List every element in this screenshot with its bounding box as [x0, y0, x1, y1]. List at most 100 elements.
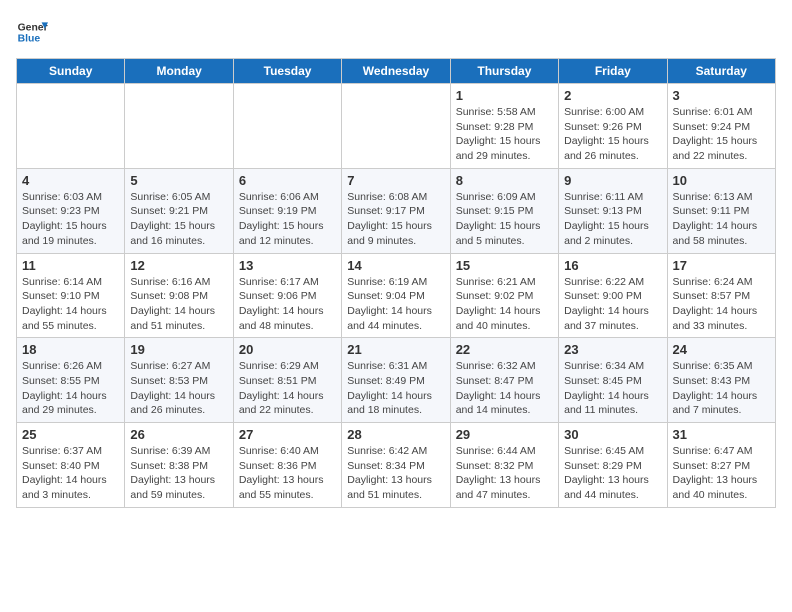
- calendar-day-header: Thursday: [450, 59, 558, 84]
- day-number: 4: [22, 173, 119, 188]
- day-number: 14: [347, 258, 444, 273]
- calendar-day-cell: 27 Sunrise: 6:40 AMSunset: 8:36 PMDayligh…: [233, 423, 341, 508]
- day-number: 28: [347, 427, 444, 442]
- day-number: 19: [130, 342, 227, 357]
- calendar-day-cell: 28 Sunrise: 6:42 AMSunset: 8:34 PMDayligh…: [342, 423, 450, 508]
- calendar-day-cell: 21Sunrise: 6:31 AMSunset: 8:49 PMDayligh…: [342, 338, 450, 423]
- day-detail: Sunrise: 6:08 AMSunset: 9:17 PMDaylight:…: [347, 190, 444, 249]
- day-detail: Sunrise: 6:11 AMSunset: 9:13 PMDaylight:…: [564, 190, 661, 249]
- calendar-day-header: Tuesday: [233, 59, 341, 84]
- calendar-day-cell: 12 Sunrise: 6:16 AMSunset: 9:08 PMDayligh…: [125, 253, 233, 338]
- calendar-day-cell: 31 Sunrise: 6:47 AMSunset: 8:27 PMDayligh…: [667, 423, 775, 508]
- calendar-day-cell: 4 Sunrise: 6:03 AMSunset: 9:23 PMDaylight…: [17, 168, 125, 253]
- calendar-day-cell: [17, 84, 125, 169]
- calendar-day-header: Wednesday: [342, 59, 450, 84]
- calendar-week-row: 25Sunrise: 6:37 AMSunset: 8:40 PMDayligh…: [17, 423, 776, 508]
- day-detail: Sunrise: 6:21 AMSunset: 9:02 PMDaylight:…: [456, 275, 553, 334]
- day-detail: Sunrise: 6:13 AMSunset: 9:11 PMDaylight:…: [673, 190, 770, 249]
- day-detail: Sunrise: 6:34 AMSunset: 8:45 PMDaylight:…: [564, 359, 661, 418]
- calendar-day-cell: 11Sunrise: 6:14 AMSunset: 9:10 PMDayligh…: [17, 253, 125, 338]
- day-number: 29: [456, 427, 553, 442]
- day-detail: Sunrise: 6:05 AMSunset: 9:21 PMDaylight:…: [130, 190, 227, 249]
- day-number: 1: [456, 88, 553, 103]
- svg-text:Blue: Blue: [18, 34, 41, 45]
- day-number: 3: [673, 88, 770, 103]
- day-number: 12: [130, 258, 227, 273]
- day-number: 5: [130, 173, 227, 188]
- day-detail: Sunrise: 6:37 AMSunset: 8:40 PMDaylight:…: [22, 444, 119, 503]
- day-detail: Sunrise: 6:22 AMSunset: 9:00 PMDaylight:…: [564, 275, 661, 334]
- day-number: 2: [564, 88, 661, 103]
- calendar-day-cell: [342, 84, 450, 169]
- calendar-day-cell: 25Sunrise: 6:37 AMSunset: 8:40 PMDayligh…: [17, 423, 125, 508]
- calendar-day-cell: 2 Sunrise: 6:00 AMSunset: 9:26 PMDaylight…: [559, 84, 667, 169]
- logo-icon: General Blue: [16, 16, 48, 48]
- day-detail: Sunrise: 6:40 AMSunset: 8:36 PMDaylight:…: [239, 444, 336, 503]
- calendar-table: SundayMondayTuesdayWednesdayThursdayFrid…: [16, 58, 776, 508]
- day-detail: Sunrise: 6:06 AMSunset: 9:19 PMDaylight:…: [239, 190, 336, 249]
- calendar-day-cell: 8Sunrise: 6:09 AMSunset: 9:15 PMDaylight…: [450, 168, 558, 253]
- calendar-day-cell: 23 Sunrise: 6:34 AMSunset: 8:45 PMDayligh…: [559, 338, 667, 423]
- calendar-day-cell: 19 Sunrise: 6:27 AMSunset: 8:53 PMDayligh…: [125, 338, 233, 423]
- day-number: 30: [564, 427, 661, 442]
- calendar-day-cell: 6 Sunrise: 6:06 AMSunset: 9:19 PMDaylight…: [233, 168, 341, 253]
- day-detail: Sunrise: 6:00 AMSunset: 9:26 PMDaylight:…: [564, 105, 661, 164]
- calendar-day-header: Sunday: [17, 59, 125, 84]
- day-number: 13: [239, 258, 336, 273]
- day-number: 24: [673, 342, 770, 357]
- day-detail: Sunrise: 6:17 AMSunset: 9:06 PMDaylight:…: [239, 275, 336, 334]
- calendar-day-cell: 18 Sunrise: 6:26 AMSunset: 8:55 PMDayligh…: [17, 338, 125, 423]
- calendar-week-row: 4 Sunrise: 6:03 AMSunset: 9:23 PMDaylight…: [17, 168, 776, 253]
- calendar-day-cell: 13 Sunrise: 6:17 AMSunset: 9:06 PMDayligh…: [233, 253, 341, 338]
- day-number: 26: [130, 427, 227, 442]
- day-number: 10: [673, 173, 770, 188]
- calendar-day-cell: [233, 84, 341, 169]
- page-header: General Blue: [16, 16, 776, 48]
- calendar-day-cell: 17 Sunrise: 6:24 AMSunset: 8:57 PMDayligh…: [667, 253, 775, 338]
- day-detail: Sunrise: 6:42 AMSunset: 8:34 PMDaylight:…: [347, 444, 444, 503]
- calendar-day-cell: 24 Sunrise: 6:35 AMSunset: 8:43 PMDayligh…: [667, 338, 775, 423]
- calendar-day-cell: 20 Sunrise: 6:29 AMSunset: 8:51 PMDayligh…: [233, 338, 341, 423]
- calendar-day-cell: 22Sunrise: 6:32 AMSunset: 8:47 PMDayligh…: [450, 338, 558, 423]
- calendar-body: 1 Sunrise: 5:58 AMSunset: 9:28 PMDaylight…: [17, 84, 776, 508]
- calendar-day-header: Monday: [125, 59, 233, 84]
- day-number: 17: [673, 258, 770, 273]
- calendar-day-cell: 1 Sunrise: 5:58 AMSunset: 9:28 PMDaylight…: [450, 84, 558, 169]
- calendar-day-cell: [125, 84, 233, 169]
- day-detail: Sunrise: 6:27 AMSunset: 8:53 PMDaylight:…: [130, 359, 227, 418]
- calendar-week-row: 18 Sunrise: 6:26 AMSunset: 8:55 PMDayligh…: [17, 338, 776, 423]
- calendar-day-cell: 15 Sunrise: 6:21 AMSunset: 9:02 PMDayligh…: [450, 253, 558, 338]
- calendar-week-row: 11Sunrise: 6:14 AMSunset: 9:10 PMDayligh…: [17, 253, 776, 338]
- day-number: 18: [22, 342, 119, 357]
- day-detail: Sunrise: 5:58 AMSunset: 9:28 PMDaylight:…: [456, 105, 553, 164]
- calendar-day-cell: 7Sunrise: 6:08 AMSunset: 9:17 PMDaylight…: [342, 168, 450, 253]
- day-number: 16: [564, 258, 661, 273]
- day-detail: Sunrise: 6:19 AMSunset: 9:04 PMDaylight:…: [347, 275, 444, 334]
- day-detail: Sunrise: 6:24 AMSunset: 8:57 PMDaylight:…: [673, 275, 770, 334]
- day-number: 31: [673, 427, 770, 442]
- day-detail: Sunrise: 6:47 AMSunset: 8:27 PMDaylight:…: [673, 444, 770, 503]
- calendar-day-cell: 29 Sunrise: 6:44 AMSunset: 8:32 PMDayligh…: [450, 423, 558, 508]
- day-detail: Sunrise: 6:03 AMSunset: 9:23 PMDaylight:…: [22, 190, 119, 249]
- day-detail: Sunrise: 6:39 AMSunset: 8:38 PMDaylight:…: [130, 444, 227, 503]
- day-number: 11: [22, 258, 119, 273]
- day-detail: Sunrise: 6:44 AMSunset: 8:32 PMDaylight:…: [456, 444, 553, 503]
- logo: General Blue: [16, 16, 48, 48]
- calendar-day-cell: 14 Sunrise: 6:19 AMSunset: 9:04 PMDayligh…: [342, 253, 450, 338]
- calendar-day-header: Saturday: [667, 59, 775, 84]
- day-detail: Sunrise: 6:35 AMSunset: 8:43 PMDaylight:…: [673, 359, 770, 418]
- day-number: 27: [239, 427, 336, 442]
- day-detail: Sunrise: 6:01 AMSunset: 9:24 PMDaylight:…: [673, 105, 770, 164]
- day-detail: Sunrise: 6:16 AMSunset: 9:08 PMDaylight:…: [130, 275, 227, 334]
- day-detail: Sunrise: 6:29 AMSunset: 8:51 PMDaylight:…: [239, 359, 336, 418]
- day-detail: Sunrise: 6:31 AMSunset: 8:49 PMDaylight:…: [347, 359, 444, 418]
- calendar-day-cell: 3 Sunrise: 6:01 AMSunset: 9:24 PMDaylight…: [667, 84, 775, 169]
- day-detail: Sunrise: 6:26 AMSunset: 8:55 PMDaylight:…: [22, 359, 119, 418]
- day-number: 15: [456, 258, 553, 273]
- day-number: 20: [239, 342, 336, 357]
- day-number: 6: [239, 173, 336, 188]
- calendar-day-cell: 10 Sunrise: 6:13 AMSunset: 9:11 PMDayligh…: [667, 168, 775, 253]
- day-number: 22: [456, 342, 553, 357]
- day-number: 23: [564, 342, 661, 357]
- calendar-header-row: SundayMondayTuesdayWednesdayThursdayFrid…: [17, 59, 776, 84]
